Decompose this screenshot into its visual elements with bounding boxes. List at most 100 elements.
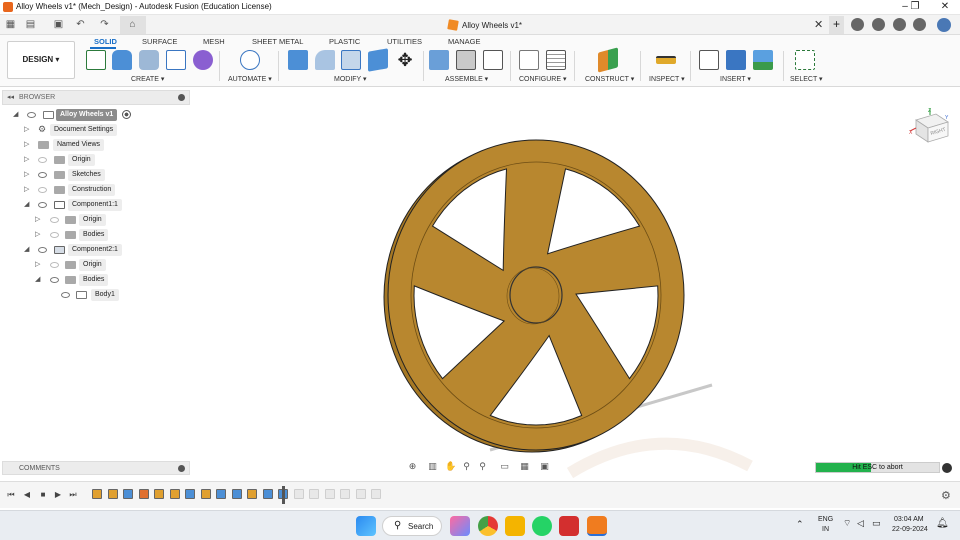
visibility-eye-icon[interactable] bbox=[38, 202, 47, 208]
timeline-feature-icon[interactable] bbox=[138, 489, 149, 499]
go-to-start-icon[interactable]: ⏮ bbox=[6, 490, 16, 500]
timeline-feature-icon[interactable] bbox=[371, 489, 381, 499]
visibility-eye-icon[interactable] bbox=[38, 157, 47, 163]
visibility-eye-icon[interactable] bbox=[50, 232, 59, 238]
app-grid-icon[interactable]: ▦ bbox=[4, 18, 17, 31]
timeline-feature-icon[interactable] bbox=[185, 489, 195, 499]
play-icon[interactable]: ■ bbox=[38, 490, 48, 500]
tab-manage[interactable]: MANAGE bbox=[448, 37, 481, 46]
document-tab[interactable]: Alloy Wheels v1* ✕ bbox=[440, 17, 830, 34]
expand-arrow-icon[interactable]: ▷ bbox=[24, 125, 29, 133]
whatsapp-icon[interactable] bbox=[532, 516, 552, 536]
tab-surface[interactable]: SURFACE bbox=[142, 37, 177, 46]
create-sketch-icon[interactable] bbox=[86, 50, 106, 70]
tree-row-component1-bodies[interactable]: ▷ Bodies bbox=[0, 229, 190, 243]
canvas-viewport[interactable]: Z X Y RIGHT bbox=[190, 88, 960, 480]
timeline-feature-icon[interactable] bbox=[123, 489, 133, 499]
tree-row-named-views[interactable]: ▷ Named Views bbox=[0, 139, 190, 153]
revolve-icon[interactable] bbox=[139, 50, 159, 70]
orbit-icon[interactable]: ⊕ bbox=[407, 461, 418, 472]
tree-row-component1-origin[interactable]: ▷ Origin bbox=[0, 214, 190, 228]
tree-row-document-settings[interactable]: ▷ ⚙ Document Settings bbox=[0, 124, 190, 138]
timeline-feature-icon[interactable] bbox=[92, 489, 102, 499]
group-modify[interactable]: MODIFY ▾ bbox=[334, 75, 367, 83]
visibility-eye-icon[interactable] bbox=[61, 292, 70, 298]
automate-icon[interactable] bbox=[240, 50, 260, 70]
visibility-eye-icon[interactable] bbox=[50, 277, 59, 283]
timeline-feature-icon[interactable] bbox=[262, 489, 273, 499]
tree-row-body1[interactable]: Body1 bbox=[0, 289, 190, 303]
timeline-feature-icon[interactable] bbox=[355, 489, 366, 499]
taskbar-search[interactable]: ⚲ Search bbox=[382, 516, 442, 536]
group-inspect[interactable]: INSPECT ▾ bbox=[649, 75, 685, 83]
insert-canvas-icon[interactable] bbox=[753, 50, 773, 70]
timeline-feature-icon[interactable] bbox=[293, 489, 304, 499]
press-pull-icon[interactable] bbox=[288, 50, 308, 70]
timeline-feature-icon[interactable] bbox=[231, 489, 242, 499]
expand-arrow-icon[interactable]: ▷ bbox=[35, 215, 40, 223]
pattern-icon[interactable] bbox=[166, 50, 186, 70]
offset-plane-icon[interactable] bbox=[598, 47, 618, 73]
go-to-end-icon[interactable]: ⏭ bbox=[68, 490, 78, 500]
help-icon[interactable] bbox=[913, 18, 926, 31]
abort-icon[interactable] bbox=[942, 463, 952, 473]
insert-derive-icon[interactable] bbox=[699, 50, 719, 70]
timeline-feature-icon[interactable] bbox=[309, 489, 319, 499]
expand-arrow-icon[interactable]: ▷ bbox=[24, 140, 29, 148]
expand-arrow-icon[interactable]: ▷ bbox=[35, 260, 40, 268]
visibility-eye-icon[interactable] bbox=[38, 172, 47, 178]
save-icon[interactable]: ▣ bbox=[52, 18, 65, 31]
file-explorer-icon[interactable] bbox=[505, 516, 525, 536]
form-icon[interactable] bbox=[193, 50, 213, 70]
shell-icon[interactable] bbox=[341, 50, 361, 70]
file-menu-icon[interactable]: ▤ bbox=[24, 18, 37, 31]
tree-row-component1[interactable]: ◢ Component1:1 bbox=[0, 199, 190, 213]
look-at-icon[interactable]: ▥ bbox=[427, 461, 438, 472]
tree-row-origin[interactable]: ▷ Origin bbox=[0, 154, 190, 168]
clock-date[interactable]: 22-09-2024 bbox=[892, 526, 928, 533]
timeline-feature-icon[interactable] bbox=[200, 489, 211, 499]
acrobat-icon[interactable] bbox=[559, 516, 579, 536]
timeline-feature-icon[interactable] bbox=[216, 489, 226, 499]
timeline-feature-icon[interactable] bbox=[324, 489, 335, 499]
redo-icon[interactable]: ↷ bbox=[98, 18, 111, 31]
group-create[interactable]: CREATE ▾ bbox=[131, 75, 164, 83]
new-component-icon[interactable] bbox=[429, 50, 449, 70]
measure-icon[interactable] bbox=[656, 56, 676, 64]
tree-row-component2-origin[interactable]: ▷ Origin bbox=[0, 259, 190, 273]
fusion-taskbar-icon[interactable] bbox=[587, 516, 607, 536]
collapse-browser-icon[interactable]: ◂◂ bbox=[7, 93, 14, 101]
tree-row-component2-bodies[interactable]: ◢ Bodies bbox=[0, 274, 190, 288]
chrome-icon[interactable] bbox=[478, 516, 498, 536]
notification-bell-icon[interactable]: 🔔︎ bbox=[936, 518, 949, 529]
visibility-eye-icon[interactable] bbox=[50, 217, 59, 223]
expand-arrow-icon[interactable]: ▷ bbox=[24, 170, 29, 178]
visibility-eye-icon[interactable] bbox=[27, 112, 36, 118]
group-construct[interactable]: CONSTRUCT ▾ bbox=[585, 75, 634, 83]
restore-icon[interactable]: ❐ bbox=[903, 0, 927, 15]
tab-plastic[interactable]: PLASTIC bbox=[329, 37, 360, 46]
group-configure[interactable]: CONFIGURE ▾ bbox=[519, 75, 566, 83]
viewports-icon[interactable]: ▣ bbox=[539, 461, 550, 472]
close-icon[interactable]: ✕ bbox=[933, 0, 957, 15]
language-indicator[interactable]: ENG bbox=[818, 516, 833, 523]
tree-row-root[interactable]: ◢ Alloy Wheels v1 bbox=[0, 109, 190, 123]
expand-arrow-icon[interactable]: ◢ bbox=[35, 275, 40, 283]
timeline-feature-icon[interactable] bbox=[247, 489, 257, 499]
visibility-eye-icon[interactable] bbox=[38, 187, 47, 193]
volume-icon[interactable]: ◁ bbox=[857, 518, 864, 529]
expand-arrow-icon[interactable]: ▷ bbox=[24, 155, 29, 163]
configuration-table-icon[interactable] bbox=[546, 50, 566, 70]
extrude-icon[interactable] bbox=[112, 50, 132, 70]
as-built-joint-icon[interactable] bbox=[483, 50, 503, 70]
expand-arrow-icon[interactable]: ▷ bbox=[24, 185, 29, 193]
visibility-eye-icon[interactable] bbox=[38, 247, 47, 253]
expand-arrow-icon[interactable]: ▷ bbox=[35, 230, 40, 238]
grid-settings-icon[interactable]: ▦ bbox=[519, 461, 530, 472]
comments-pin-icon[interactable] bbox=[178, 465, 185, 472]
timeline-settings-icon[interactable]: ⚙ bbox=[941, 489, 951, 502]
tree-row-component2[interactable]: ◢ Component2:1 bbox=[0, 244, 190, 258]
move-icon[interactable]: ✥ bbox=[395, 50, 415, 70]
tree-row-sketches[interactable]: ▷ Sketches bbox=[0, 169, 190, 183]
visibility-eye-icon[interactable] bbox=[50, 262, 59, 268]
